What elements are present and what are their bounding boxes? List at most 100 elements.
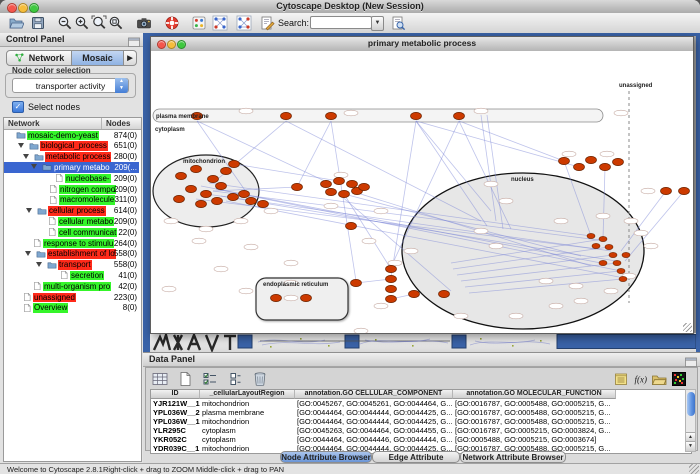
table-cell[interactable]: [GO:0044464, GO:0044444, GO:0044425, G..… [295, 417, 453, 426]
tree-row-nucleobase-[interactable]: nucleobase-209(0) [4, 173, 139, 184]
table-cell[interactable]: plasma membrane [200, 408, 295, 417]
tree-row-cell-communicat[interactable]: cell communicat22(0) [4, 227, 139, 238]
search-dropdown-arrow[interactable]: ▼ [371, 16, 384, 31]
zoom-out-icon[interactable] [57, 15, 73, 31]
zoom-region-icon[interactable] [108, 15, 124, 31]
graph-node[interactable] [617, 268, 625, 273]
graph-node[interactable] [411, 112, 422, 119]
column-header-3[interactable]: annotation.GO CELLULAR_COMPONENT [295, 390, 453, 399]
dp-notepad-icon[interactable] [613, 371, 630, 387]
table-cell[interactable]: [GO:0016787, GO:0005488, GO:0005215, G..… [453, 408, 616, 417]
app-resize-grip[interactable] [689, 464, 699, 474]
table-cell[interactable]: [GO:0005488, GO:0005215, GO:0003674] [453, 435, 616, 444]
graph-node[interactable] [586, 156, 597, 163]
graph-node[interactable] [599, 236, 607, 241]
graph-node[interactable] [246, 197, 257, 204]
tree-row-establishment-of-lo[interactable]: establishment of lo558(0) [4, 249, 139, 260]
tab-mosaic[interactable]: Mosaic [72, 50, 124, 66]
graph-node[interactable] [574, 163, 585, 170]
table-cell[interactable]: YPL036W__1 [151, 417, 200, 426]
column-header-4[interactable]: annotation.GO MOLECULAR_FUNCTION [453, 390, 616, 399]
advanced-search-icon[interactable] [390, 15, 406, 31]
table-cell[interactable]: YJR121W__1 [151, 399, 200, 408]
table-cell[interactable]: mitochondrion [200, 399, 295, 408]
annotate-icon[interactable] [259, 15, 275, 31]
network-window-titlebar[interactable]: primary metabolic process [151, 37, 693, 52]
graph-node[interactable] [239, 190, 250, 197]
table-cell[interactable]: cytoplasm [200, 426, 295, 435]
dp-matrix-icon[interactable] [671, 371, 688, 387]
graph-node[interactable] [613, 158, 624, 165]
table-cell[interactable]: [GO:0016787, GO:0005488, GO:0005215, G..… [453, 399, 616, 408]
graph-node[interactable] [619, 276, 627, 281]
expander-icon[interactable] [26, 208, 32, 213]
expander-icon[interactable] [25, 251, 31, 256]
dp-table-icon[interactable] [152, 371, 169, 387]
tree-row-unassigned[interactable]: unassigned223(0) [4, 292, 139, 303]
tree-row-transport[interactable]: transport558(0) [4, 260, 139, 271]
graph-node[interactable] [229, 160, 240, 167]
graph-node[interactable] [191, 165, 202, 172]
search-input[interactable] [310, 16, 372, 29]
tree-row-mosaic-demo-yeast[interactable]: mosaic-demo-yeast874(0) [4, 130, 139, 141]
graph-node[interactable] [321, 180, 332, 187]
graph-node[interactable] [679, 187, 690, 194]
node-color-dropdown[interactable]: transporter activity ▲▼ [12, 78, 129, 93]
dp-checkpair-icon[interactable] [227, 371, 244, 387]
graph-node[interactable] [605, 244, 613, 249]
camera-icon[interactable] [136, 15, 152, 31]
table-cell[interactable]: mitochondrion [200, 417, 295, 426]
tree-row-macromolecule[interactable]: macromolecule311(0) [4, 195, 139, 206]
expander-icon[interactable] [31, 164, 37, 169]
table-scrollbar[interactable]: ▲ ▼ [685, 389, 696, 452]
tree-row-metabolic-process[interactable]: metabolic process280(0) [4, 152, 139, 163]
graph-node[interactable] [587, 233, 595, 238]
tree-row-cellular-process[interactable]: cellular process614(0) [4, 206, 139, 217]
expander-icon[interactable] [36, 262, 42, 267]
graph-node[interactable] [281, 112, 292, 119]
tab-node-attribute-browser[interactable]: Node Attribute Browser [280, 451, 372, 463]
tab-overflow-arrow[interactable]: ▶ [124, 50, 137, 66]
tab-edge-attribute-browser[interactable]: Edge Attribute Browser [372, 451, 460, 463]
graph-node[interactable] [196, 200, 207, 207]
tree-row-multi-organism-pro[interactable]: multi-organism pro42(0) [4, 281, 139, 292]
graph-node[interactable] [439, 290, 450, 297]
zoom-fit-icon[interactable] [91, 15, 107, 31]
graph-node[interactable] [661, 187, 672, 194]
expander-icon[interactable] [18, 143, 24, 148]
tab-network-attribute-browser[interactable]: Network Attribute Browser [460, 451, 566, 463]
table-cell[interactable]: [GO:0016787, GO:0005215, GO:0003824, G..… [453, 426, 616, 435]
graph-node[interactable] [339, 190, 350, 197]
table-cell[interactable]: YKR052C [151, 435, 200, 444]
expander-icon[interactable] [23, 154, 29, 159]
dp-folder-icon[interactable] [651, 371, 668, 387]
graph-node[interactable] [386, 285, 397, 292]
graph-node[interactable] [592, 243, 600, 248]
dp-new-icon[interactable] [177, 371, 194, 387]
graph-node[interactable] [613, 260, 621, 265]
graph-node[interactable] [622, 252, 630, 257]
table-cell[interactable]: [GO:0045263, GO:0044464, GO:0044455, G..… [295, 426, 453, 435]
table-cell[interactable]: YPL036W__2 [151, 408, 200, 417]
network-view-window[interactable]: primary metabolic process plasma membran… [150, 36, 694, 334]
column-header-2[interactable]: _cellularLayoutRegion [200, 390, 295, 399]
graph-node[interactable] [386, 275, 397, 282]
table-cell[interactable]: cytoplasm [200, 435, 295, 444]
graph-node[interactable] [386, 295, 397, 302]
tree-row-response-to-stimulu[interactable]: response to stimulu264(0) [4, 238, 139, 249]
graph-node[interactable] [326, 112, 337, 119]
scroll-down-button[interactable]: ▼ [686, 441, 695, 451]
layout-b-icon[interactable] [236, 15, 252, 31]
graph-node[interactable] [386, 265, 397, 272]
graph-node[interactable] [301, 294, 312, 301]
graph-node[interactable] [609, 252, 617, 257]
graph-node[interactable] [176, 172, 187, 179]
column-header-1[interactable]: ID [151, 390, 200, 399]
graph-node[interactable] [208, 175, 219, 182]
layout-a-icon[interactable] [212, 15, 228, 31]
tab-network[interactable]: Network [6, 50, 72, 66]
graph-node[interactable] [228, 193, 239, 200]
select-nodes-checkbox[interactable]: ✓ [12, 101, 24, 113]
graph-node[interactable] [334, 177, 345, 184]
save-icon[interactable] [30, 15, 46, 31]
